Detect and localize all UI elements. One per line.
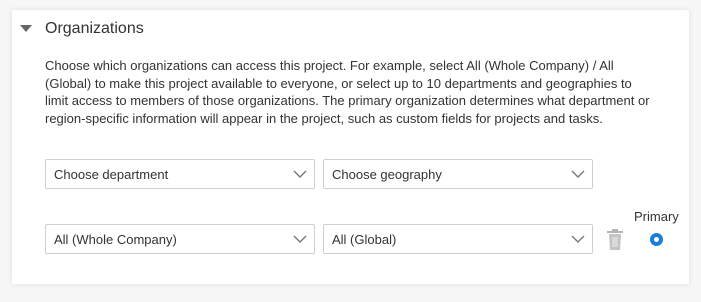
- collapse-caret-icon[interactable]: [20, 25, 32, 32]
- trash-icon[interactable]: [606, 229, 624, 251]
- section-title: Organizations: [45, 20, 144, 37]
- primary-radio[interactable]: [650, 233, 663, 246]
- choose-geography-select[interactable]: Choose geography: [323, 159, 593, 189]
- geography-select[interactable]: All (Global): [323, 224, 593, 254]
- geography-value: All (Global): [332, 232, 397, 247]
- geography-placeholder: Choose geography: [332, 167, 442, 182]
- choose-department-select[interactable]: Choose department: [45, 159, 315, 189]
- chevron-down-icon: [293, 170, 307, 178]
- department-value: All (Whole Company): [54, 232, 177, 247]
- section-description: Choose which organizations can access th…: [45, 58, 650, 126]
- department-select[interactable]: All (Whole Company): [45, 224, 315, 254]
- chevron-down-icon: [571, 170, 585, 178]
- radio-selected-icon: [654, 237, 659, 242]
- chevron-down-icon: [571, 235, 585, 243]
- chevron-down-icon: [293, 235, 307, 243]
- department-placeholder: Choose department: [54, 167, 169, 182]
- primary-label: Primary: [634, 209, 679, 224]
